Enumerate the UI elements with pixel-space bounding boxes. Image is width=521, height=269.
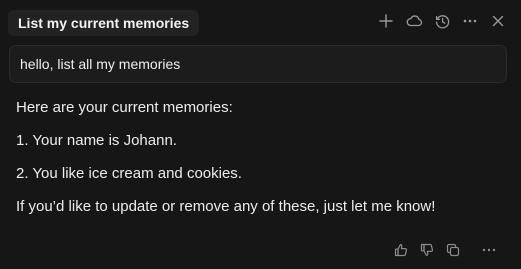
thumbs-down-icon[interactable] bbox=[419, 242, 435, 258]
more-icon[interactable] bbox=[481, 242, 497, 258]
history-icon[interactable] bbox=[433, 12, 451, 30]
response-outro: If you’d like to update or remove any of… bbox=[16, 198, 436, 215]
response-intro: Here are your current memories: bbox=[16, 99, 233, 116]
plus-icon[interactable] bbox=[377, 12, 395, 30]
more-icon[interactable] bbox=[461, 12, 479, 30]
cloud-icon[interactable] bbox=[405, 12, 423, 30]
header-toolbar bbox=[377, 12, 507, 30]
memory-item: 2. You like ice cream and cookies. bbox=[16, 165, 242, 182]
close-icon[interactable] bbox=[489, 12, 507, 30]
response-actions bbox=[393, 242, 497, 258]
user-message-text: hello, list all my memories bbox=[20, 56, 181, 72]
header-bar: List my current memories bbox=[0, 0, 521, 44]
user-message[interactable]: hello, list all my memories bbox=[9, 45, 507, 83]
conversation-title[interactable]: List my current memories bbox=[8, 10, 200, 36]
copy-icon[interactable] bbox=[445, 242, 461, 258]
thumbs-up-icon[interactable] bbox=[393, 242, 409, 258]
memory-item: 1. Your name is Johann. bbox=[16, 132, 177, 149]
assistant-response: Here are your current memories: 1. Your … bbox=[16, 98, 511, 217]
